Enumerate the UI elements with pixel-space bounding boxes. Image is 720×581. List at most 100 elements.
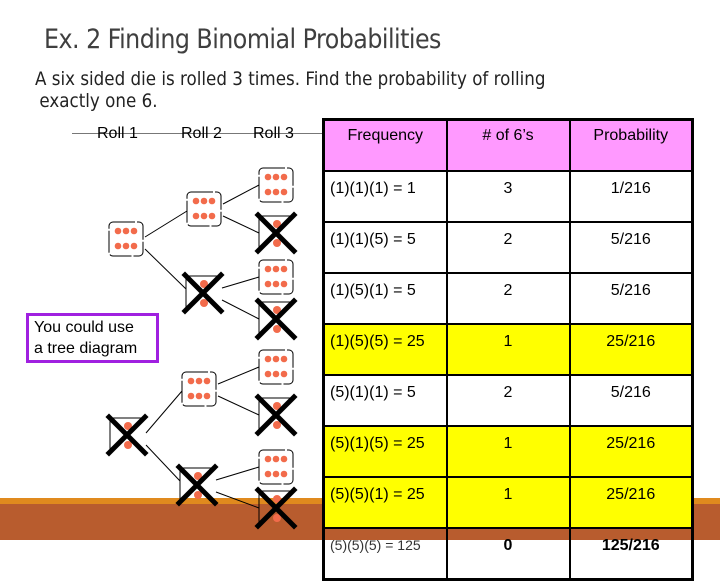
probability-cell: 25/216: [568, 425, 694, 478]
roll3-6-six-die-icon: [258, 449, 294, 485]
die-pip: [272, 265, 280, 273]
die-pip: [187, 377, 195, 385]
die-pip: [264, 173, 272, 181]
die-pip: [195, 377, 203, 385]
roll2-3-crossed-die-icon: [175, 463, 219, 507]
frequency-cell: (5)(1)(5) = 25: [322, 425, 448, 478]
probability-cell: 5/216: [568, 221, 694, 274]
die-pip: [272, 470, 280, 478]
frequency-cell: (1)(1)(1) = 1: [322, 170, 448, 223]
die-pip: [272, 455, 280, 463]
die-pip: [203, 377, 211, 385]
frequency-cell: (5)(5)(1) = 25: [322, 476, 448, 529]
tree-branch: [222, 215, 260, 234]
table-row: (1)(1)(5) = 5 2 5/216: [322, 221, 694, 274]
probability-cell: 5/216: [568, 374, 694, 427]
callout-line-2: a tree diagram: [34, 340, 138, 357]
die-pip: [280, 370, 288, 378]
die-pip: [200, 197, 208, 205]
tree-branch: [144, 210, 188, 238]
tree-branch: [221, 299, 260, 320]
die-pip: [272, 280, 280, 288]
die-pip: [208, 212, 216, 220]
tree-branch: [222, 184, 260, 205]
die-pip: [280, 455, 288, 463]
table-row: (5)(5)(1) = 25 1 25/216: [322, 476, 694, 529]
num-sixes-cell: 1: [445, 425, 571, 478]
tree-branch: [221, 276, 260, 289]
roll2-2-six-die-icon: [181, 371, 217, 407]
die-pip: [264, 470, 272, 478]
die-pip: [114, 242, 122, 250]
probability-cell: 125/216: [568, 527, 694, 581]
die-pip: [122, 242, 130, 250]
tree-branch: [215, 491, 260, 509]
frequency-cell: (1)(5)(5) = 25: [322, 323, 448, 376]
tree-branch: [215, 466, 260, 481]
die-pip: [272, 173, 280, 181]
table-header-row: Frequency # of 6’s Probability: [322, 118, 694, 172]
probability-cell: 25/216: [568, 323, 694, 376]
num-sixes-cell: 2: [445, 272, 571, 325]
callout-line-1: You could use: [34, 319, 134, 336]
roll3-3-crossed-die-icon: [254, 297, 298, 341]
table-row: (5)(5)(5) = 125 0 125/216: [322, 527, 694, 581]
die-pip: [264, 370, 272, 378]
header-num-sixes: # of 6’s: [445, 118, 571, 172]
tree-branch: [145, 444, 181, 482]
tree-branch: [144, 248, 187, 290]
table-row: (1)(5)(1) = 5 2 5/216: [322, 272, 694, 325]
frequency-cell: (1)(1)(5) = 5: [322, 221, 448, 274]
roll3-4-six-die-icon: [258, 349, 294, 385]
die-pip: [264, 455, 272, 463]
die-pip: [264, 280, 272, 288]
roll2-0-six-die-icon: [186, 191, 222, 227]
roll3-2-six-die-icon: [258, 259, 294, 295]
die-pip: [192, 212, 200, 220]
die-pip: [122, 227, 130, 235]
frequency-cell: (1)(5)(1) = 5: [322, 272, 448, 325]
num-sixes-cell: 0: [445, 527, 571, 581]
die-pip: [187, 392, 195, 400]
num-sixes-cell: 3: [445, 170, 571, 223]
roll3-5-crossed-die-icon: [254, 393, 298, 437]
die-pip: [203, 392, 211, 400]
tree-branch: [217, 366, 260, 385]
die-pip: [272, 188, 280, 196]
die-pip: [130, 227, 138, 235]
die-pip: [272, 370, 280, 378]
tree-branch: [217, 395, 260, 416]
roll3-1-crossed-die-icon: [254, 211, 298, 255]
table-row: (5)(1)(5) = 25 1 25/216: [322, 425, 694, 478]
roll1-1-crossed-die-icon: [105, 413, 149, 457]
probability-cell: 5/216: [568, 272, 694, 325]
die-pip: [280, 470, 288, 478]
num-sixes-cell: 1: [445, 476, 571, 529]
probability-cell: 25/216: [568, 476, 694, 529]
frequency-cell: (5)(5)(5) = 125: [322, 527, 448, 581]
die-pip: [280, 173, 288, 181]
num-sixes-cell: 1: [445, 323, 571, 376]
roll1-0-six-die-icon: [108, 221, 144, 257]
tree-branch: [145, 390, 183, 434]
die-pip: [280, 355, 288, 363]
die-pip: [264, 355, 272, 363]
roll3-0-six-die-icon: [258, 167, 294, 203]
table-row: (1)(1)(1) = 1 3 1/216: [322, 170, 694, 223]
frequency-cell: (5)(1)(1) = 5: [322, 374, 448, 427]
die-pip: [264, 265, 272, 273]
die-pip: [114, 227, 122, 235]
die-pip: [272, 355, 280, 363]
probability-table: Frequency # of 6’s Probability (1)(1)(1)…: [322, 118, 694, 581]
die-pip: [208, 197, 216, 205]
die-pip: [130, 242, 138, 250]
roll3-7-crossed-die-icon: [254, 486, 298, 530]
probability-cell: 1/216: [568, 170, 694, 223]
roll2-1-crossed-die-icon: [181, 271, 225, 315]
tree-diagram-callout: You could use a tree diagram: [26, 313, 159, 363]
die-pip: [200, 212, 208, 220]
die-pip: [280, 280, 288, 288]
die-pip: [280, 188, 288, 196]
die-pip: [280, 265, 288, 273]
header-probability: Probability: [568, 118, 694, 172]
